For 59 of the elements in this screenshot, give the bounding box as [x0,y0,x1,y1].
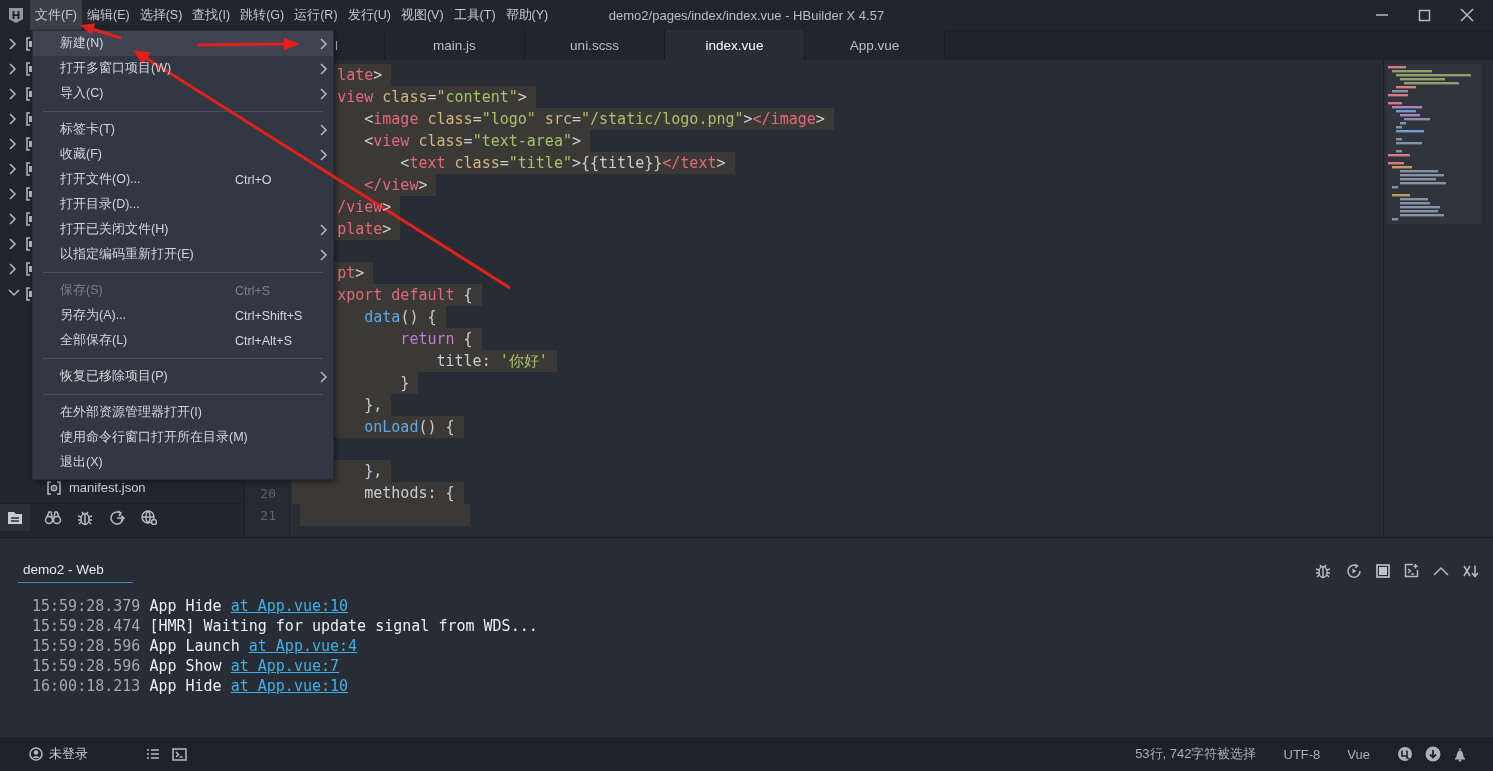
shortcut-text: Ctrl+O [235,172,273,187]
file-list-icon [6,509,24,526]
download-icon[interactable] [1425,746,1441,762]
source-link[interactable]: at App.vue:4 [248,637,358,655]
bug-icon[interactable] [76,509,94,526]
chat-icon[interactable] [1397,746,1413,762]
globe-icon[interactable] [140,509,157,525]
console-line: 15:59:28.596 App Launch at App.vue:4 [32,636,359,656]
menu-bar-item[interactable]: 工具(T) [448,0,501,30]
editor-tab[interactable]: App.vue [805,30,945,60]
line-number: 21 [260,507,276,523]
menu-bar-item[interactable]: 选择(S) [134,0,188,30]
clear-scroll-icon[interactable] [1463,563,1479,578]
menu-bar-item[interactable]: 文件(F) [30,0,82,30]
login-button[interactable]: 未登录 [29,745,88,763]
source-link[interactable]: at App.vue:7 [230,657,340,675]
editor-tab[interactable]: uni.scss [525,30,665,60]
selection-info: 53行, 742字符被选择 [1135,745,1257,763]
close-icon[interactable] [1460,8,1474,22]
binoculars-icon[interactable] [44,509,62,525]
window-title: demo2/pages/index/index.vue - HBuilder X 4.57 [608,7,885,23]
menu-bar-item[interactable]: 发行(U) [342,0,396,30]
menu-item[interactable]: 新建(N) [33,31,333,56]
new-terminal-icon[interactable] [1404,563,1419,578]
files-tab-button[interactable] [0,504,30,531]
shortcut-text: Ctrl+Alt+S [235,333,293,348]
minimap-drawing[interactable] [1386,64,1482,224]
chevron-up-icon[interactable] [1433,565,1449,576]
bug-icon[interactable] [1314,562,1332,579]
refresh-icon[interactable] [108,509,126,526]
console-line: 16:00:18.213 App Hide at App.vue:10 [32,676,350,696]
language-label[interactable]: Vue [1347,746,1370,762]
run-icon[interactable] [1346,562,1362,579]
bell-icon[interactable] [1453,746,1467,762]
terminal-icon[interactable] [172,747,187,761]
menu-bar-item[interactable]: 视图(V) [395,0,449,30]
menu-bar-item[interactable]: 运行(R) [289,0,343,30]
console-tab[interactable]: demo2 - Web [18,560,133,583]
shortcut-text: Ctrl+S [235,283,272,298]
line-number: 20 [260,485,276,501]
console-line: 15:59:28.474 [HMR] Waiting for update signal from WDS... [32,616,539,636]
menu-bar-item[interactable]: 跳转(G) [235,0,290,30]
settings-file-icon [47,480,61,495]
encoding-label[interactable]: UTF-8 [1283,746,1321,762]
source-link[interactable]: at App.vue:10 [230,597,349,615]
console-line: 15:59:28.596 App Show at App.vue:7 [32,656,341,676]
maximize-icon[interactable] [1418,8,1431,22]
tree-item[interactable]: manifest.json [69,480,146,495]
console-line: 15:59:28.379 App Hide at App.vue:10 [32,596,350,616]
user-icon [29,747,43,761]
source-link[interactable]: at App.vue:10 [230,677,349,695]
editor-tab[interactable]: main.js [385,30,525,60]
menu-bar-item[interactable]: 查找(I) [187,0,236,30]
list-icon[interactable] [146,748,160,760]
stop-icon[interactable] [1376,563,1390,578]
menu-bar-item[interactable]: 编辑(E) [81,0,135,30]
app-logo-icon [8,6,24,24]
editor-tab[interactable]: index.vue [665,30,805,60]
menu-bar-item[interactable]: 帮助(Y) [500,0,554,30]
